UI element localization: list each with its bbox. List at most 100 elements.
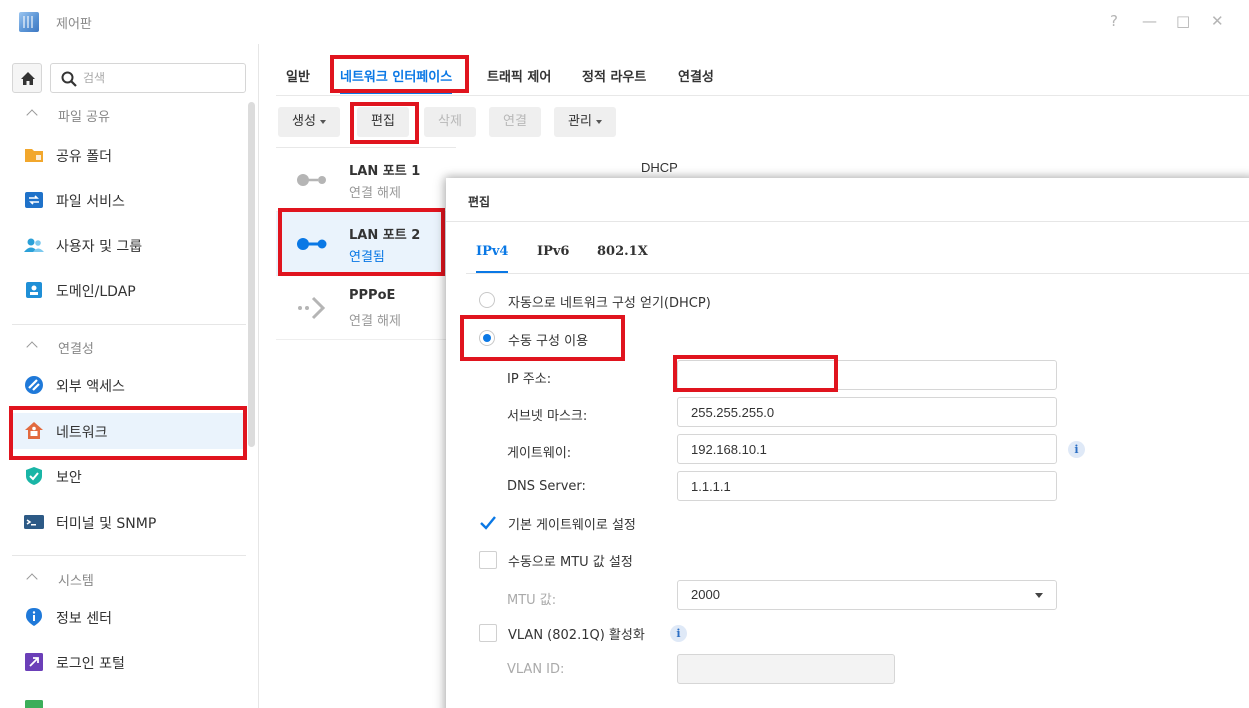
shared-folder-icon <box>25 149 43 162</box>
sidebar-scrollbar[interactable] <box>248 102 255 447</box>
manual-config-label: 수동 구성 이용 <box>508 334 589 349</box>
sidebar-item-network[interactable]: 네트워크 <box>12 413 246 449</box>
lan1-mode: DHCP <box>641 160 678 175</box>
dropdown-arrow-icon <box>1035 593 1043 598</box>
tab-static-route[interactable]: 정적 라우트 <box>582 66 646 85</box>
control-panel-icon <box>19 12 39 32</box>
help-button[interactable]: ? <box>1110 12 1118 30</box>
sidebar: 파일 공유 공유 폴더 파일 서비스 사용자 및 그룹 도메인/LDAP 연결성… <box>0 44 259 708</box>
manual-config-radio[interactable] <box>479 330 495 346</box>
collapse-caret-icon <box>26 573 38 585</box>
sidebar-item-file-services[interactable]: 파일 서비스 <box>12 182 246 218</box>
maximize-button[interactable]: □ <box>1176 12 1190 30</box>
gateway-input[interactable] <box>677 434 1057 464</box>
sidebar-item-shared-folder[interactable]: 공유 폴더 <box>12 137 246 173</box>
sidebar-item-info-center[interactable]: 정보 센터 <box>12 599 246 635</box>
default-gateway-label: 기본 게이트웨이로 설정 <box>508 518 636 533</box>
auto-dhcp-radio[interactable] <box>479 292 495 308</box>
close-button[interactable]: ✕ <box>1211 12 1224 30</box>
sidebar-item-security[interactable]: 보안 <box>12 458 246 494</box>
tab-network-interface[interactable]: 네트워크 인터페이스 <box>340 66 453 94</box>
vlan-id-label: VLAN ID: <box>507 662 565 677</box>
tab-ipv4[interactable]: IPv4 <box>476 244 509 273</box>
interface-status: 연결 해제 <box>349 314 401 329</box>
terminal-icon <box>24 515 44 529</box>
sidebar-item-label: 네트워크 <box>56 425 108 441</box>
domain-ldap-icon <box>26 282 42 298</box>
manual-mtu-checkbox[interactable] <box>479 551 497 569</box>
main-tabs: 일반 네트워크 인터페이스 트래픽 제어 정적 라우트 연결성 <box>276 44 1249 96</box>
dns-server-label: DNS Server: <box>507 479 586 494</box>
sidebar-item-label: 터미널 및 SNMP <box>56 516 157 532</box>
sidebar-item-label: 사용자 및 그룹 <box>56 239 143 255</box>
edit-dialog: 편집 IPv4 IPv6 802.1X 자동으로 네트워크 구성 얻기(DHCP… <box>446 178 1249 708</box>
sidebar-item-login-portal[interactable]: 로그인 포털 <box>12 644 246 680</box>
vlan-info-icon[interactable]: i <box>670 625 687 642</box>
interface-status: 연결 해제 <box>349 186 401 201</box>
sidebar-item-label: 도메인/LDAP <box>56 284 136 300</box>
vlan-checkbox[interactable] <box>479 624 497 642</box>
search-box[interactable] <box>50 63 246 93</box>
sidebar-divider <box>12 324 246 325</box>
dns-server-input[interactable] <box>677 471 1057 501</box>
tab-traffic-control[interactable]: 트래픽 제어 <box>487 66 551 85</box>
sidebar-item-label: 보안 <box>56 470 82 486</box>
interface-lan1[interactable]: LAN 포트 1 연결 해제 <box>276 148 456 212</box>
subnet-mask-input[interactable] <box>677 397 1057 427</box>
search-icon <box>61 71 77 87</box>
sidebar-item-label: 공유 폴더 <box>56 149 112 165</box>
home-icon <box>21 72 35 85</box>
title-bar: 제어판 ? — □ ✕ <box>0 0 1249 44</box>
tab-connectivity[interactable]: 연결성 <box>678 66 714 85</box>
delete-button[interactable]: 삭제 <box>424 107 476 137</box>
lan-port-disconnected-icon <box>297 174 326 186</box>
sidebar-item-domain-ldap[interactable]: 도메인/LDAP <box>12 272 246 308</box>
dialog-title: 편집 <box>468 195 491 209</box>
collapse-caret-icon <box>26 109 38 121</box>
sidebar-item-partial[interactable] <box>12 690 246 708</box>
sidebar-item-external-access[interactable]: 외부 액세스 <box>12 367 246 403</box>
auto-dhcp-label: 자동으로 네트워크 구성 얻기(DHCP) <box>508 296 711 311</box>
mtu-value-select[interactable]: 2000 <box>677 580 1057 610</box>
gateway-label: 게이트웨이: <box>507 446 572 461</box>
interface-name: LAN 포트 2 <box>349 228 421 243</box>
ip-address-input[interactable] <box>677 360 1057 390</box>
sidebar-item-label: 외부 액세스 <box>56 379 125 395</box>
manage-button[interactable]: 관리 <box>554 107 616 137</box>
vlan-label: VLAN (802.1Q) 활성화 <box>508 628 645 643</box>
collapse-caret-icon <box>26 341 38 353</box>
sidebar-item-terminal-snmp[interactable]: 터미널 및 SNMP <box>12 504 246 540</box>
sidebar-item-label: 파일 서비스 <box>56 194 125 210</box>
info-center-icon <box>26 608 42 626</box>
regional-options-icon <box>25 700 43 708</box>
edit-button[interactable]: 편집 <box>357 107 409 137</box>
gateway-info-icon[interactable]: i <box>1068 441 1085 458</box>
login-portal-icon <box>25 653 43 671</box>
mtu-value: 2000 <box>691 587 720 602</box>
user-group-icon <box>24 238 44 252</box>
file-services-icon <box>25 192 43 208</box>
minimize-button[interactable]: — <box>1142 12 1157 30</box>
search-input[interactable] <box>83 69 233 87</box>
sidebar-item-label: 정보 센터 <box>56 611 112 627</box>
dialog-header: 편집 <box>446 178 1249 222</box>
interface-status: 연결됨 <box>349 250 385 265</box>
interface-pppoe[interactable]: PPPoE 연결 해제 <box>276 276 456 340</box>
sidebar-item-label: 로그인 포털 <box>56 656 125 672</box>
tab-8021x[interactable]: 802.1X <box>597 244 648 259</box>
home-button[interactable] <box>12 63 42 93</box>
tab-ipv6[interactable]: IPv6 <box>537 244 569 259</box>
vlan-id-input[interactable] <box>677 654 895 684</box>
section-header-system[interactable]: 시스템 <box>26 570 94 589</box>
tab-general[interactable]: 일반 <box>286 66 310 85</box>
interface-list: LAN 포트 1 연결 해제 LAN 포트 2 연결됨 PPPoE 연결 해제 <box>276 147 456 340</box>
interface-name: PPPoE <box>349 288 396 303</box>
default-gateway-checkbox[interactable] <box>479 514 497 532</box>
connect-button[interactable]: 연결 <box>489 107 541 137</box>
pppoe-icon <box>298 296 326 320</box>
interface-lan2[interactable]: LAN 포트 2 연결됨 <box>276 212 456 276</box>
sidebar-item-user-group[interactable]: 사용자 및 그룹 <box>12 227 246 263</box>
section-header-file-sharing[interactable]: 파일 공유 <box>26 106 110 125</box>
create-button[interactable]: 생성 <box>278 107 340 137</box>
section-header-connectivity[interactable]: 연결성 <box>26 338 94 357</box>
